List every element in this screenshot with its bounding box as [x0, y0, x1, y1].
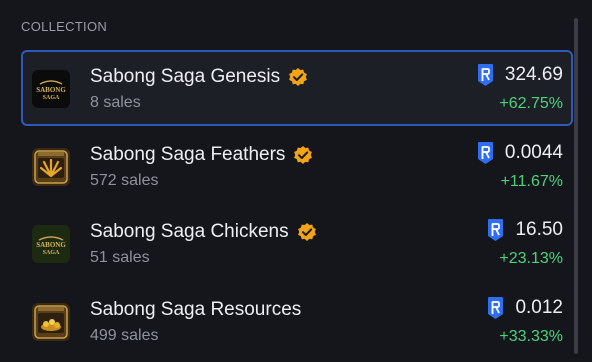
- section-header: COLLECTION: [21, 19, 108, 34]
- verified-badge-icon: [297, 223, 316, 241]
- floor-price: 16.50: [487, 218, 563, 242]
- collection-name: Sabong Saga Resources: [90, 298, 302, 320]
- svg-text:SAGA: SAGA: [43, 250, 60, 256]
- sales-count: 8 sales: [90, 94, 141, 111]
- svg-text:SABONG: SABONG: [36, 86, 66, 94]
- price-change: +62.75%: [499, 95, 563, 112]
- ron-token-icon: [488, 219, 504, 241]
- feathers-icon: [32, 147, 70, 186]
- collection-name: Sabong Saga Feathers: [90, 144, 313, 166]
- price-change: +33.33%: [499, 327, 563, 345]
- collection-name: Sabong Saga Chickens: [90, 221, 317, 243]
- svg-text:SAGA: SAGA: [43, 95, 60, 101]
- verified-badge-icon: [289, 68, 308, 86]
- collection-row-chickens[interactable]: SABONG SAGA Sabong Saga Chickens 51 sale…: [21, 205, 573, 281]
- verified-badge-icon: [294, 145, 313, 164]
- price-change: +23.13%: [499, 250, 563, 267]
- sales-count: 499 sales: [90, 326, 159, 344]
- ron-token-icon: [477, 141, 493, 164]
- price-change: +11.67%: [500, 172, 563, 190]
- scrollbar[interactable]: [574, 18, 578, 354]
- resources-icon: [32, 302, 70, 341]
- svg-text:SABONG: SABONG: [36, 241, 66, 249]
- collection-list: SABONG SAGA Sabong Saga Genesis 8 sales …: [21, 50, 573, 360]
- collection-name: Sabong Saga Genesis: [90, 66, 308, 88]
- sales-count: 572 sales: [90, 171, 159, 189]
- floor-price: 0.0044: [477, 141, 563, 165]
- collection-row-genesis[interactable]: SABONG SAGA Sabong Saga Genesis 8 sales …: [21, 50, 573, 126]
- floor-price: 0.012: [487, 296, 563, 320]
- ron-token-icon: [488, 296, 504, 319]
- collection-row-resources[interactable]: Sabong Saga Resources 499 sales 0.012 +3…: [21, 283, 573, 359]
- sabong-saga-logo-icon: SABONG SAGA: [32, 70, 70, 108]
- sabong-saga-chickens-icon: SABONG SAGA: [32, 225, 70, 263]
- ron-token-icon: [477, 64, 493, 86]
- sales-count: 51 sales: [90, 249, 150, 266]
- collection-row-feathers[interactable]: Sabong Saga Feathers 572 sales 0.0044 +1…: [21, 128, 573, 204]
- floor-price: 324.69: [477, 63, 563, 87]
